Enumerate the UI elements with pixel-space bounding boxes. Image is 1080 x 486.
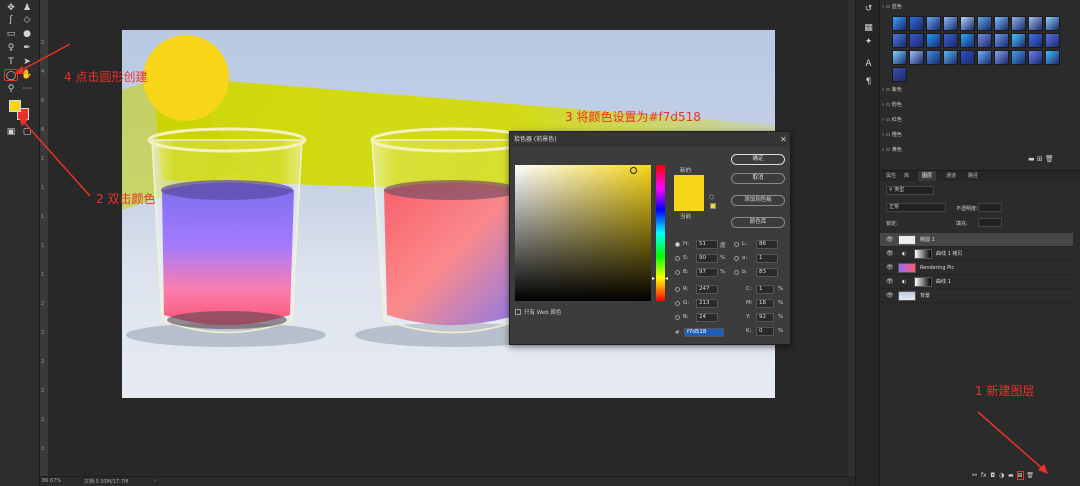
arrow-step-1 (977, 411, 1045, 471)
annotation-arrows (14, 43, 1048, 474)
arrow-step-4 (17, 43, 71, 73)
photoshop-window: ✥ ♟ ʃ ◇ ▭ ● ♀ ✒ T ➤ ◯ ✋ ⚲ ⋯ ▣ ▢ 24681111… (0, 0, 1080, 486)
arrow-step-2 (21, 119, 91, 197)
foreground-color-swatch[interactable] (9, 100, 21, 112)
